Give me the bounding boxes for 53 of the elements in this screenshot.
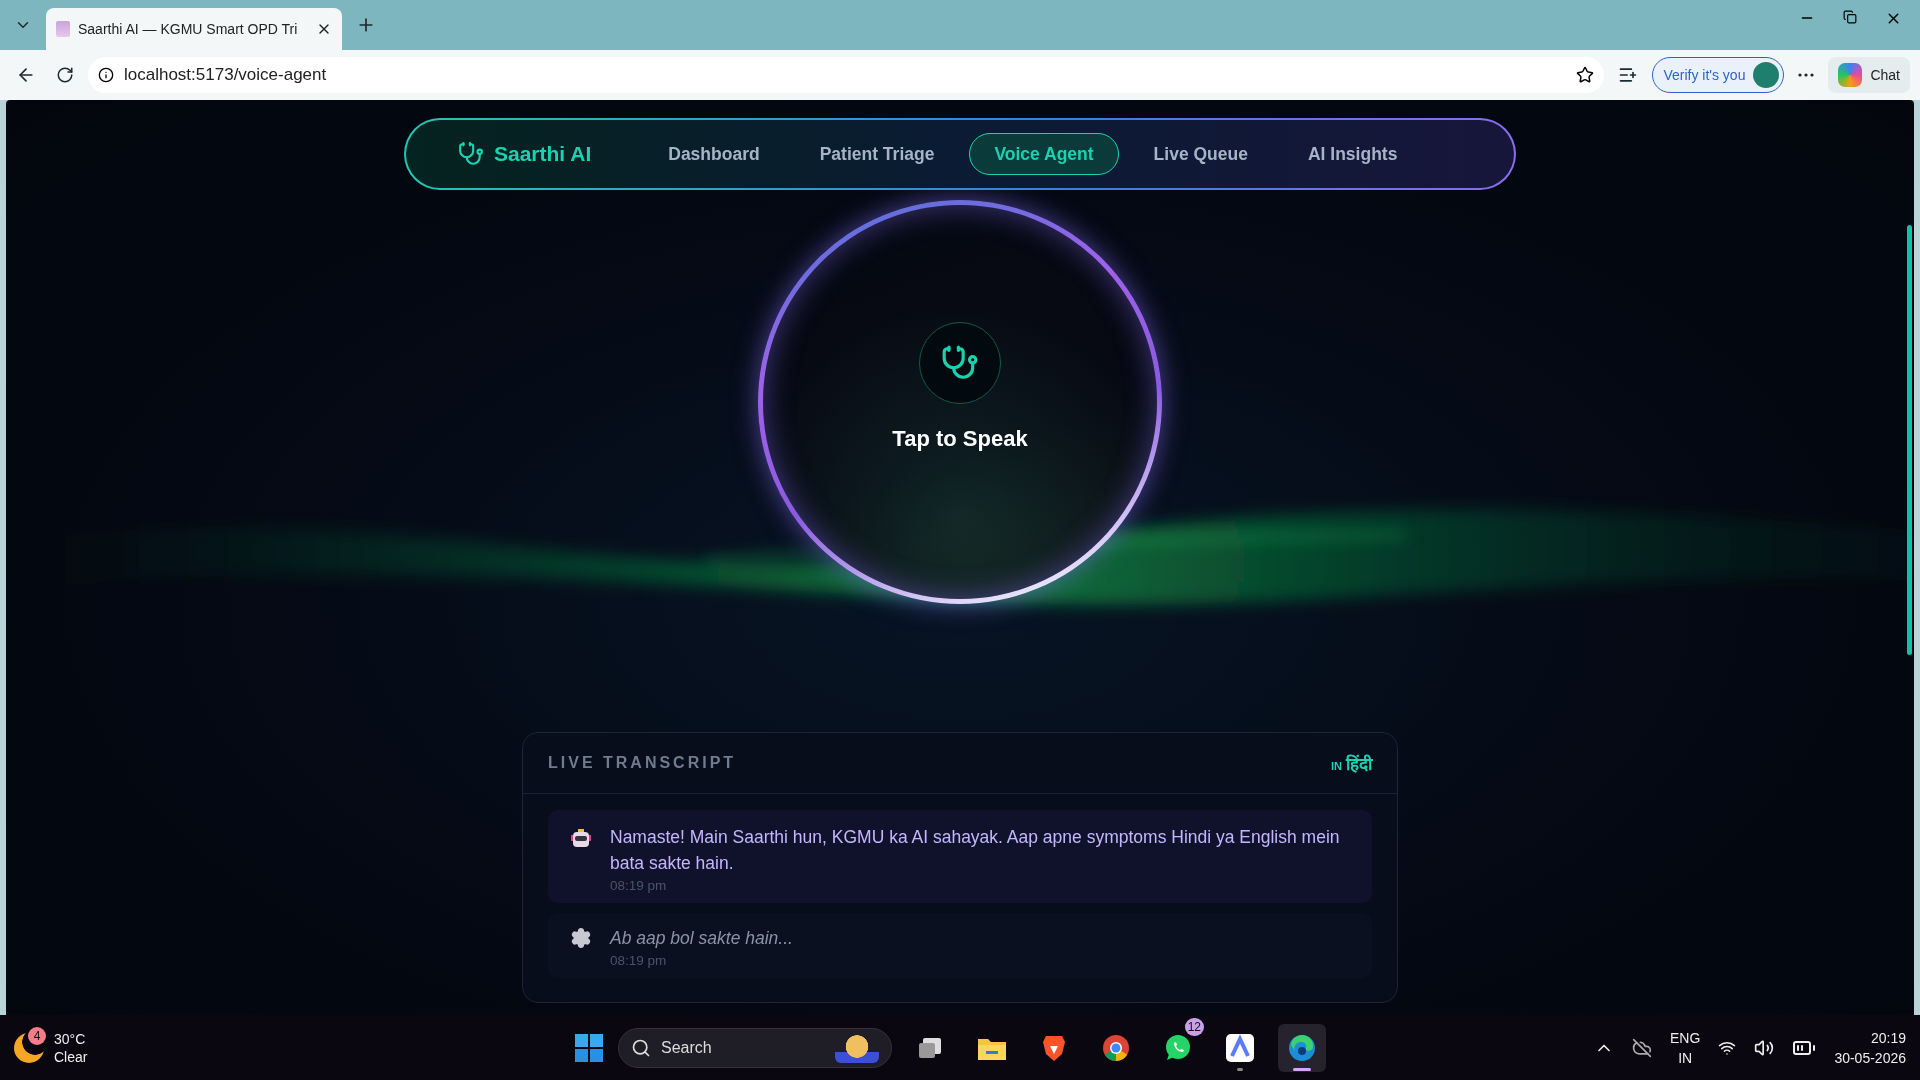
taskbar-app[interactable] (1278, 1023, 1326, 1072)
language-label: हिंदी (1346, 753, 1372, 775)
restore-icon[interactable] (1843, 9, 1857, 24)
lion-icon (1042, 1033, 1066, 1062)
language-code: IN (1331, 759, 1342, 772)
notification-badge: 12 (1184, 1017, 1204, 1036)
chrome-icon (1102, 1033, 1130, 1062)
chat-bubble-icon (1164, 1033, 1192, 1062)
app-icon (1226, 1033, 1254, 1062)
cloud-off-icon[interactable] (1632, 1037, 1653, 1058)
task-view-icon (917, 1035, 943, 1060)
robot-icon (570, 828, 592, 850)
message-time: 08:19 pm (610, 953, 668, 968)
nav-tab[interactable]: Live Queue (1128, 133, 1273, 175)
search-icon (631, 1037, 651, 1058)
message-time: 08:19 pm (610, 878, 668, 893)
nav-tab[interactable]: Dashboard (643, 133, 785, 175)
nav-tab[interactable]: Voice Agent (969, 133, 1119, 175)
profile-button[interactable]: Verify it's you (1652, 57, 1785, 93)
stethoscope-icon (458, 141, 484, 167)
language-indicator[interactable]: ENG (1670, 1027, 1701, 1048)
avatar-icon (1753, 62, 1780, 88)
reload-icon (56, 66, 74, 84)
copilot-icon (1838, 63, 1863, 87)
nav-tab[interactable]: Patient Triage (794, 133, 960, 175)
browser-tab[interactable]: Saarthi AI — KGMU Smart OPD Tri (46, 8, 342, 50)
tab-title: Saarthi AI — KGMU Smart OPD Tri (78, 21, 299, 37)
info-icon (98, 67, 114, 83)
panel-title: LIVE TRANSCRIPT (548, 754, 737, 772)
clock-date[interactable]: 30-05-2026 (1834, 1047, 1906, 1068)
weather-condition: Clear (54, 1047, 88, 1066)
favorites-list-icon (1618, 65, 1639, 85)
scrollbar-thumb[interactable] (1907, 225, 1912, 655)
gear-icon (570, 927, 592, 949)
chat-button[interactable]: Chat (1828, 57, 1910, 93)
region-indicator[interactable]: IN (1678, 1047, 1693, 1068)
clock-time[interactable]: 20:19 (1870, 1027, 1906, 1048)
url-text: localhost:5173/voice-agent (124, 65, 328, 85)
edge-icon (1287, 1032, 1317, 1063)
address-bar[interactable]: localhost:5173/voice-agent (88, 57, 1605, 93)
brand-name: Saarthi AI (494, 142, 592, 166)
notification-badge: 4 (28, 1026, 46, 1045)
stethoscope-icon (941, 344, 979, 382)
more-icon (1798, 73, 1815, 77)
message-text: Namaste! Main Saarthi hun, KGMU ka AI sahayak. Aap apne symptoms Hindi ya English mein bata sakte hain. (610, 826, 1341, 875)
message-text: Ab aap bol sakte hain... (610, 927, 793, 950)
volume-icon[interactable] (1754, 1037, 1775, 1058)
nav-tab[interactable]: AI Insights (1282, 133, 1423, 175)
search-field[interactable]: Search (618, 1027, 892, 1068)
start-icon[interactable] (574, 1032, 604, 1063)
page-favicon-icon (56, 21, 70, 37)
favorite-icon[interactable] (1576, 66, 1595, 84)
temperature: 30°C (54, 1029, 87, 1048)
